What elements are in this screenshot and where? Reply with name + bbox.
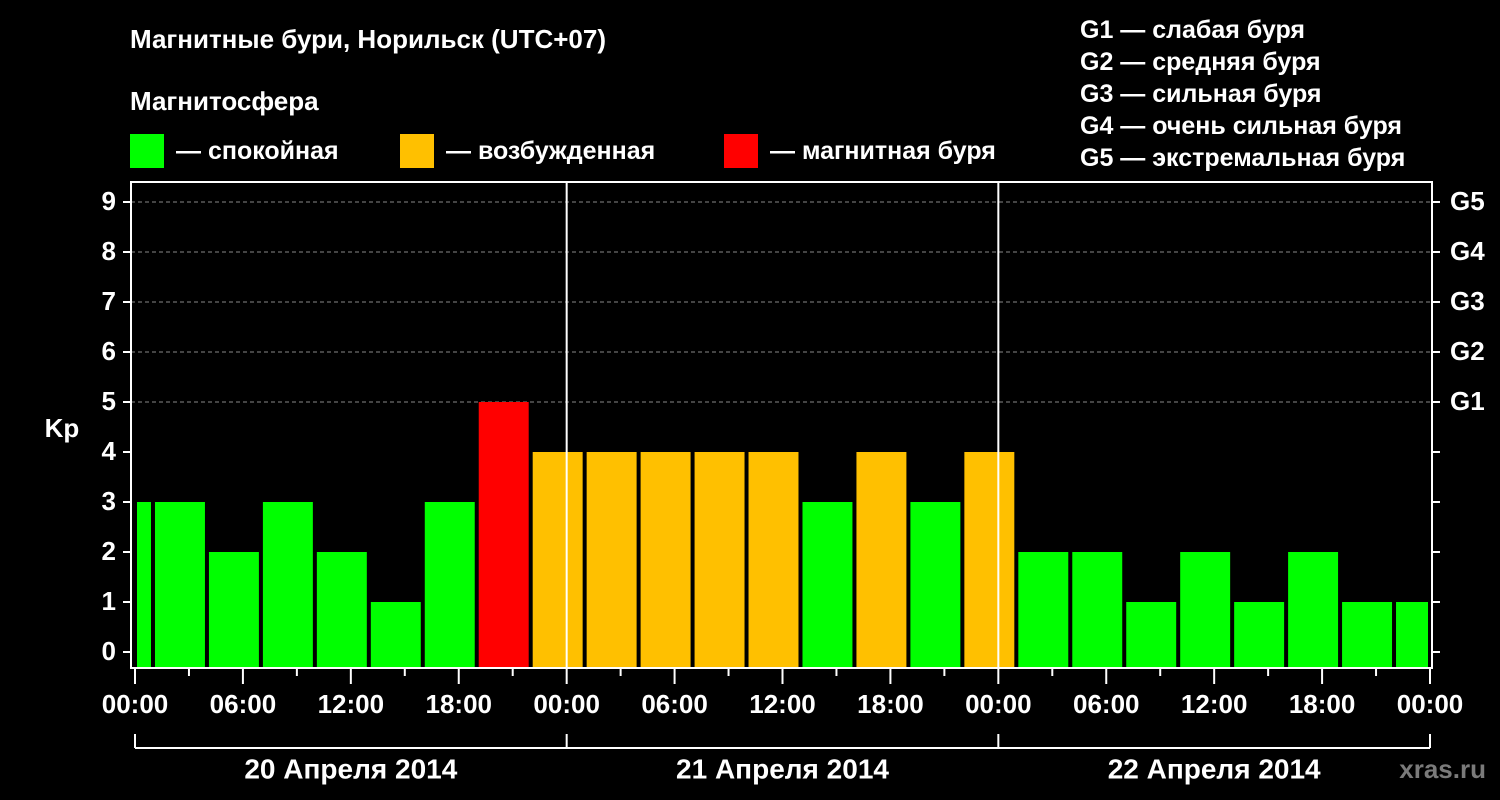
- kp-bar: [586, 452, 637, 668]
- x-tick-label: 12:00: [1181, 689, 1248, 719]
- y-tick-label: 3: [102, 486, 116, 516]
- storm-level-label: G5: [1450, 186, 1485, 216]
- x-tick-label: 00:00: [102, 689, 169, 719]
- kp-bar: [856, 452, 907, 668]
- day-label: 21 Апреля 2014: [676, 753, 889, 784]
- y-tick-label: 5: [102, 386, 116, 416]
- kp-bar: [1072, 552, 1123, 668]
- kp-bar: [208, 552, 259, 668]
- watermark: xras.ru: [1399, 754, 1486, 784]
- storm-level-label: G3: [1450, 286, 1485, 316]
- x-tick-label: 00:00: [965, 689, 1032, 719]
- kp-bar: [316, 552, 367, 668]
- y-tick-label: 4: [102, 436, 117, 466]
- x-tick-label: 06:00: [1073, 689, 1140, 719]
- kp-bar: [1288, 552, 1339, 668]
- x-tick-label: 06:00: [210, 689, 277, 719]
- kp-bar: [748, 452, 799, 668]
- y-tick-label: 9: [102, 186, 116, 216]
- y-tick-label: 6: [102, 336, 116, 366]
- kp-bar: [1018, 552, 1069, 668]
- y-tick-label: 1: [102, 586, 116, 616]
- x-tick-label: 00:00: [1397, 689, 1464, 719]
- storm-level-label: G1: [1450, 386, 1485, 416]
- kp-bar: [640, 452, 691, 668]
- day-label: 20 Апреля 2014: [244, 753, 457, 784]
- kp-bar: [802, 502, 853, 668]
- kp-bar: [137, 502, 151, 668]
- kp-bar: [424, 502, 475, 668]
- kp-bar: [964, 452, 1015, 668]
- kp-bar: [262, 502, 313, 668]
- kp-bar: [694, 452, 745, 668]
- day-label: 22 Апреля 2014: [1108, 753, 1321, 784]
- kp-bar: [1180, 552, 1231, 668]
- storm-level-label: G2: [1450, 336, 1485, 366]
- x-tick-label: 18:00: [1289, 689, 1356, 719]
- x-tick-label: 18:00: [857, 689, 924, 719]
- y-tick-label: 2: [102, 536, 116, 566]
- kp-bar-chart: 0 1 2 3 4 5 6 7 8 9 G1 G2 G3 G4 G5 Kp 00:00 06:00 12:00 18:…: [45, 181, 1485, 784]
- kp-bar: [478, 402, 529, 668]
- x-tick-label: 06:00: [641, 689, 708, 719]
- storm-level-label: G4: [1450, 236, 1485, 266]
- x-tick-label: 12:00: [749, 689, 816, 719]
- kp-bar: [910, 502, 961, 668]
- y-tick-label: 8: [102, 236, 116, 266]
- kp-bar: [1234, 602, 1285, 668]
- kp-bar: [1126, 602, 1177, 668]
- y-tick-label: 7: [102, 286, 116, 316]
- kp-bar: [532, 452, 583, 668]
- y-axis-label: Kp: [45, 413, 80, 443]
- x-tick-label: 18:00: [426, 689, 493, 719]
- kp-bar: [154, 502, 205, 668]
- kp-bar: [1396, 602, 1428, 668]
- y-tick-label: 0: [102, 636, 116, 666]
- x-tick-label: 12:00: [318, 689, 385, 719]
- kp-bar: [1342, 602, 1393, 668]
- x-tick-label: 00:00: [533, 689, 600, 719]
- kp-bar: [370, 602, 421, 668]
